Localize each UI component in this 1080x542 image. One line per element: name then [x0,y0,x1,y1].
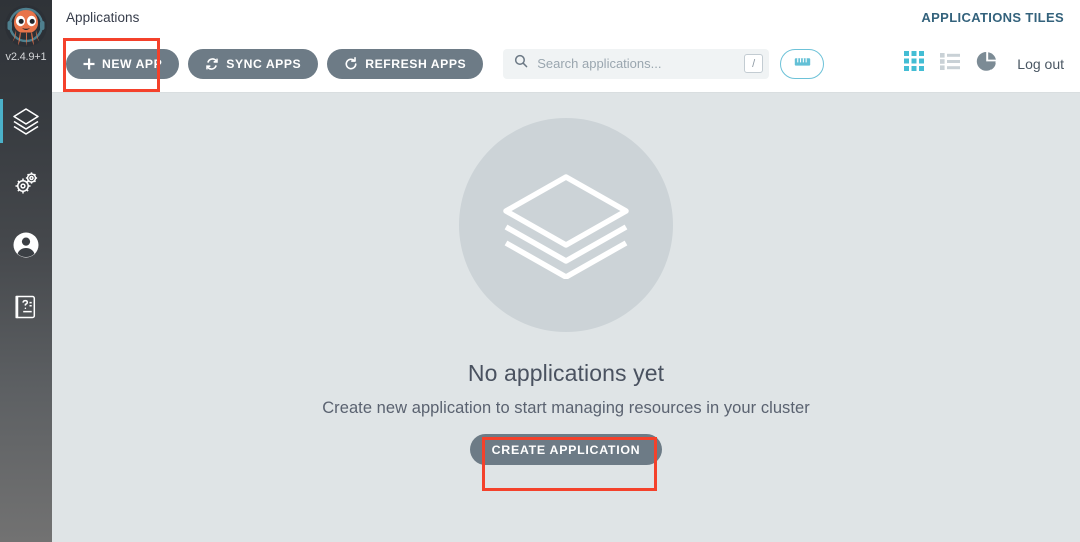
sidebar-item-applications[interactable] [0,90,52,152]
page-context-title: APPLICATIONS TILES [921,10,1064,25]
grid-tiles-icon[interactable] [904,51,924,76]
empty-state-title: No applications yet [468,360,664,387]
filter-sliders-icon [794,56,811,71]
refresh-arrow-icon [344,57,358,71]
sync-apps-button[interactable]: SYNC APPS [188,49,318,79]
layers-stack-icon [500,167,632,284]
user-circle-icon [11,230,41,260]
new-app-button[interactable]: NEW APP [66,49,179,79]
toolbar: NEW APP SYNC APPS [52,35,1080,93]
main-area: Applications APPLICATIONS TILES NEW APP [52,0,1080,542]
refresh-apps-button[interactable]: REFRESH APPS [327,49,483,79]
titlebar: Applications APPLICATIONS TILES [52,0,1080,35]
breadcrumb: Applications [66,10,139,25]
create-application-button[interactable]: CREATE APPLICATION [470,434,663,465]
applications-empty-state: No applications yet Create new applicati… [52,93,1080,542]
sidebar-nav [0,90,52,338]
plus-icon [83,58,95,70]
toolbar-right-controls: Log out [904,51,1064,77]
empty-state-illustration [459,118,673,332]
sidebar-logo-block[interactable]: v2.4.9+1 [0,0,52,90]
layers-icon [11,106,41,136]
sidebar-item-settings[interactable] [0,152,52,214]
book-help-icon [12,293,40,321]
search-icon [514,54,528,73]
search-input[interactable] [537,56,735,71]
refresh-apps-button-label: REFRESH APPS [365,57,466,71]
new-app-button-label: NEW APP [102,57,162,71]
logout-button[interactable]: Log out [1017,56,1064,72]
argo-octopus-logo-icon [4,4,48,48]
search-box[interactable]: / [503,49,769,79]
filter-toggle-button[interactable] [780,49,824,79]
version-label: v2.4.9+1 [6,50,47,64]
sidebar-item-documentation[interactable] [0,276,52,338]
gears-icon [11,168,41,198]
search-shortcut-badge: / [744,54,763,73]
sync-refresh-icon [205,57,219,71]
sidebar-item-user-info[interactable] [0,214,52,276]
list-rows-icon[interactable] [940,53,960,75]
pie-chart-icon[interactable] [976,51,997,77]
sync-apps-button-label: SYNC APPS [226,57,301,71]
sidebar: v2.4.9+1 [0,0,52,542]
argocd-application: v2.4.9+1 [0,0,1080,542]
empty-state-subtitle: Create new application to start managing… [322,399,810,418]
toolbar-action-buttons: NEW APP SYNC APPS [66,49,483,79]
